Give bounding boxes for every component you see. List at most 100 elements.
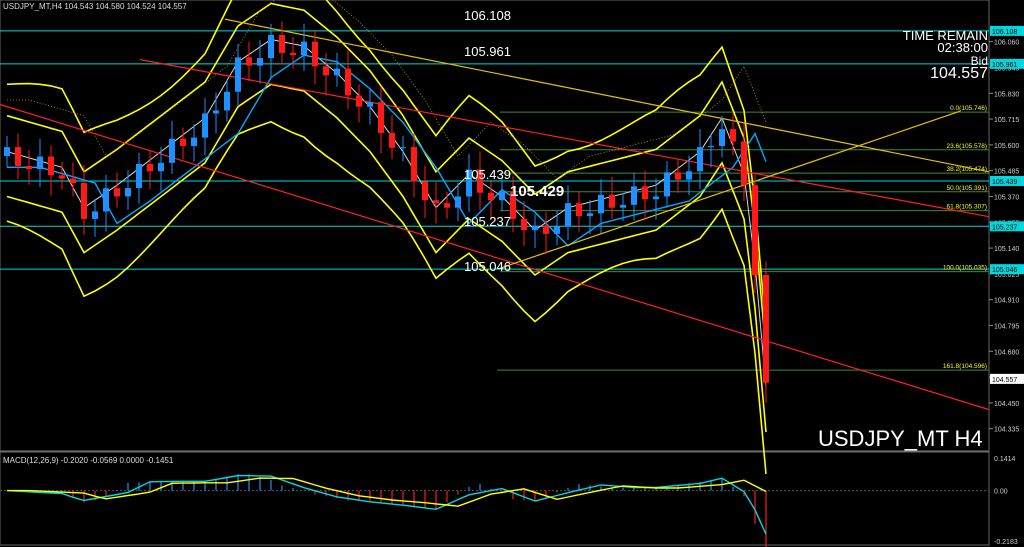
candle-body bbox=[609, 194, 615, 208]
candle-body bbox=[543, 225, 549, 234]
chart-header: USDJPY_MT,H4 104.543 104.580 104.524 104… bbox=[3, 2, 187, 11]
candle-body bbox=[26, 165, 32, 170]
candle-body bbox=[213, 110, 219, 114]
price-tick-label: 104.680 bbox=[994, 349, 1019, 356]
middle-ma bbox=[6, 38, 767, 388]
candle-body bbox=[741, 141, 747, 186]
candle-body bbox=[719, 129, 725, 146]
price-tick-label: 105.140 bbox=[994, 246, 1019, 253]
candle-body bbox=[92, 211, 98, 219]
candle-body bbox=[301, 41, 307, 56]
candle-body bbox=[59, 175, 65, 179]
candle-body bbox=[411, 147, 417, 182]
candle-body bbox=[433, 200, 439, 204]
candle-body bbox=[279, 34, 285, 53]
candle-body bbox=[422, 181, 428, 201]
candle-body bbox=[631, 186, 637, 205]
price-tick-label: 104.335 bbox=[994, 427, 1019, 434]
candle-body bbox=[48, 156, 54, 176]
level-label-105429: 105.429 bbox=[510, 183, 565, 200]
trendline-red-upper bbox=[139, 59, 990, 218]
macd-tick-label: 0.00 bbox=[994, 489, 1008, 496]
candle-body bbox=[257, 58, 263, 66]
price-tick-label: 105.830 bbox=[994, 91, 1019, 98]
price-badge-label: 104.557 bbox=[992, 377, 1017, 384]
fibo-label: 0.0(105.746) bbox=[950, 105, 987, 112]
candle-body bbox=[367, 102, 373, 107]
level-label-105046: 105.046 bbox=[464, 259, 511, 274]
price-tick-label: 105.715 bbox=[994, 117, 1019, 124]
candle-body bbox=[114, 188, 120, 197]
candle-body bbox=[345, 68, 351, 96]
candle-body bbox=[290, 52, 296, 56]
symbol-watermark: USDJPY_MT H4 bbox=[818, 426, 983, 451]
candle-body bbox=[103, 188, 109, 212]
macd-line bbox=[6, 474, 767, 535]
candle-body bbox=[587, 213, 593, 217]
candle-body bbox=[763, 274, 769, 383]
macd-signal-line bbox=[7, 477, 767, 507]
candle-body bbox=[499, 191, 505, 201]
fibo-label: 50.0(105.391) bbox=[947, 185, 987, 192]
candle-body bbox=[81, 183, 87, 219]
macd-header: MACD(12,26,9) -0.2020 -0.0569 0.0000 -0.… bbox=[3, 456, 174, 465]
price-badge-label: 105.237 bbox=[992, 224, 1017, 231]
candle-body bbox=[147, 163, 153, 172]
candle-body bbox=[752, 185, 758, 275]
candle-body bbox=[235, 57, 241, 92]
candle-body bbox=[125, 188, 131, 197]
fibo-label: 100.0(105.035) bbox=[943, 265, 987, 272]
candle-body bbox=[158, 162, 164, 172]
candle-body bbox=[224, 91, 230, 111]
price-badge-label: 105.046 bbox=[992, 267, 1017, 274]
candle-body bbox=[444, 203, 450, 208]
candle-body bbox=[488, 192, 494, 201]
candle-body bbox=[268, 34, 274, 59]
price-tick-label: 105.370 bbox=[994, 194, 1019, 201]
symbol-timeframe: USDJPY_MT,H4 bbox=[3, 2, 63, 11]
level-label-106108: 106.108 bbox=[464, 8, 511, 23]
bid-value: 104.557 bbox=[930, 65, 988, 82]
macd-tick-label: 0.1414 bbox=[994, 456, 1016, 463]
candle-body bbox=[400, 147, 406, 149]
price-badge-label: 105.961 bbox=[992, 62, 1017, 69]
candle-body bbox=[554, 226, 560, 234]
candle-body bbox=[598, 194, 604, 214]
candle-body bbox=[136, 163, 142, 189]
price-badge-label: 105.439 bbox=[992, 179, 1017, 186]
candle-body bbox=[169, 138, 175, 163]
fibo-label: 23.6(105.578) bbox=[947, 143, 987, 150]
time-remain-value: 02:38:00 bbox=[937, 40, 988, 55]
trendline-yellow-down bbox=[224, 18, 990, 173]
candle-body bbox=[378, 102, 384, 133]
candle-body bbox=[246, 57, 252, 66]
candle-body bbox=[180, 138, 186, 146]
price-tick-label: 104.450 bbox=[994, 401, 1019, 408]
level-label-105961: 105.961 bbox=[464, 44, 511, 59]
candle-body bbox=[697, 147, 703, 172]
candle-body bbox=[521, 218, 527, 231]
candle-body bbox=[356, 95, 362, 107]
candle-body bbox=[4, 147, 10, 157]
candle-body bbox=[686, 171, 692, 180]
level-label-105439: 105.439 bbox=[464, 167, 511, 182]
candle-body bbox=[323, 66, 329, 76]
price-badge-label: 106.108 bbox=[992, 29, 1017, 36]
price-tick-label: 106.060 bbox=[994, 40, 1019, 47]
price-tick-label: 105.600 bbox=[994, 143, 1019, 150]
candle-body bbox=[675, 172, 681, 180]
candle-body bbox=[730, 129, 736, 142]
dotted-ma bbox=[7, 0, 767, 180]
candle-body bbox=[334, 68, 340, 76]
fibo-label: 161.8(104.596) bbox=[943, 363, 987, 370]
upper-band-inner bbox=[6, 2, 767, 352]
candle-body bbox=[312, 41, 318, 67]
price-tick-label: 104.910 bbox=[994, 298, 1019, 305]
macd-pane-frame bbox=[0, 451, 990, 546]
price-tick-label: 105.485 bbox=[994, 169, 1019, 176]
candle-body bbox=[389, 132, 395, 148]
ohlc-values: 104.543 104.580 104.524 104.557 bbox=[64, 2, 187, 11]
macd-tick-label: -0.2183 bbox=[994, 539, 1018, 546]
candle-body bbox=[15, 147, 21, 166]
candle-body bbox=[202, 113, 208, 138]
